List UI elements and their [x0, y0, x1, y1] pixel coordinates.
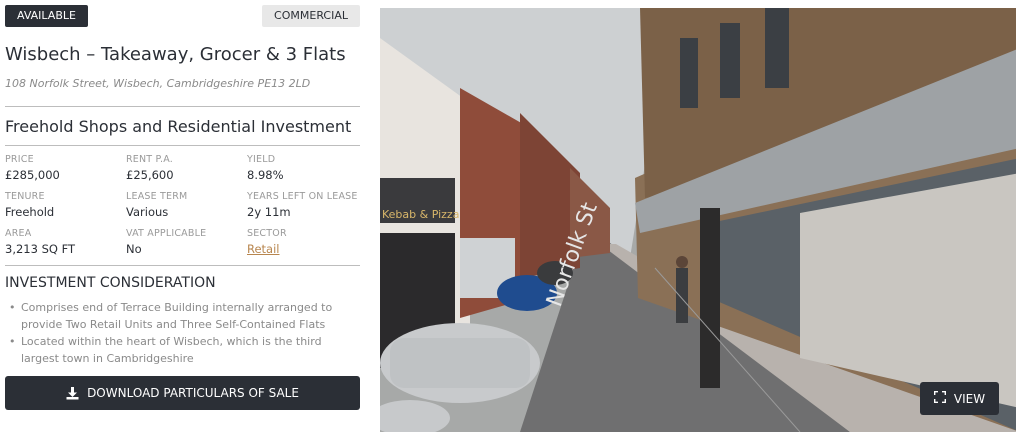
investment-list: Comprises end of Terrace Building intern…: [5, 299, 360, 367]
download-icon: [66, 386, 79, 400]
listing-title: Wisbech – Takeaway, Grocer & 3 Flats: [5, 44, 346, 65]
detail-label: YEARS LEFT ON LEASE: [247, 191, 358, 202]
view-label: VIEW: [953, 391, 986, 406]
detail-value: Freehold: [5, 205, 55, 219]
view-photo-button[interactable]: VIEW: [920, 382, 999, 415]
listing-panel: AVAILABLE COMMERCIAL Wisbech – Takeaway,…: [5, 5, 360, 410]
detail-yield: YIELD 8.98%: [247, 154, 360, 182]
detail-value: £285,000: [5, 168, 60, 182]
list-item: Located within the heart of Wisbech, whi…: [9, 333, 360, 367]
detail-lease-term: LEASE TERM Various: [126, 191, 247, 219]
detail-label: TENURE: [5, 191, 45, 202]
divider: [5, 145, 360, 146]
shop-sign: Kebab & Pizza: [382, 208, 459, 221]
detail-label: LEASE TERM: [126, 191, 188, 202]
detail-value: 2y 11m: [247, 205, 291, 219]
divider: [5, 265, 360, 266]
detail-label: VAT APPLICABLE: [126, 228, 207, 239]
detail-label: YIELD: [247, 154, 276, 165]
property-photo[interactable]: Norfolk St Kebab & Pizza: [380, 8, 1016, 432]
download-label: DOWNLOAD PARTICULARS OF SALE: [87, 386, 299, 400]
detail-label: PRICE: [5, 154, 34, 165]
details-grid: PRICE £285,000 RENT P.A. £25,600 YIELD 8…: [5, 154, 360, 256]
detail-value: 3,213 SQ FT: [5, 242, 76, 256]
category-badge: COMMERCIAL: [262, 5, 360, 27]
detail-sector: SECTOR Retail: [247, 228, 360, 256]
detail-tenure: TENURE Freehold: [5, 191, 126, 219]
list-item: Comprises end of Terrace Building intern…: [9, 299, 360, 333]
expand-icon: [933, 390, 947, 406]
investment-heading: INVESTMENT CONSIDERATION: [5, 275, 216, 291]
detail-years-left: YEARS LEFT ON LEASE 2y 11m: [247, 191, 360, 219]
listing-subtitle: Freehold Shops and Residential Investmen…: [5, 117, 352, 136]
detail-value: No: [126, 242, 142, 256]
detail-value: £25,600: [126, 168, 174, 182]
detail-label: SECTOR: [247, 228, 287, 239]
badge-row: AVAILABLE COMMERCIAL: [5, 5, 360, 27]
status-badge: AVAILABLE: [5, 5, 88, 27]
detail-value: Various: [126, 205, 169, 219]
detail-area: AREA 3,213 SQ FT: [5, 228, 126, 256]
sector-link[interactable]: Retail: [247, 242, 360, 256]
detail-rent: RENT P.A. £25,600: [126, 154, 247, 182]
detail-value: 8.98%: [247, 168, 284, 182]
download-particulars-button[interactable]: DOWNLOAD PARTICULARS OF SALE: [5, 376, 360, 410]
detail-price: PRICE £285,000: [5, 154, 126, 182]
divider: [5, 106, 360, 107]
listing-address: 108 Norfolk Street, Wisbech, Cambridgesh…: [5, 77, 311, 90]
detail-label: RENT P.A.: [126, 154, 173, 165]
detail-vat: VAT APPLICABLE No: [126, 228, 247, 256]
detail-label: AREA: [5, 228, 32, 239]
